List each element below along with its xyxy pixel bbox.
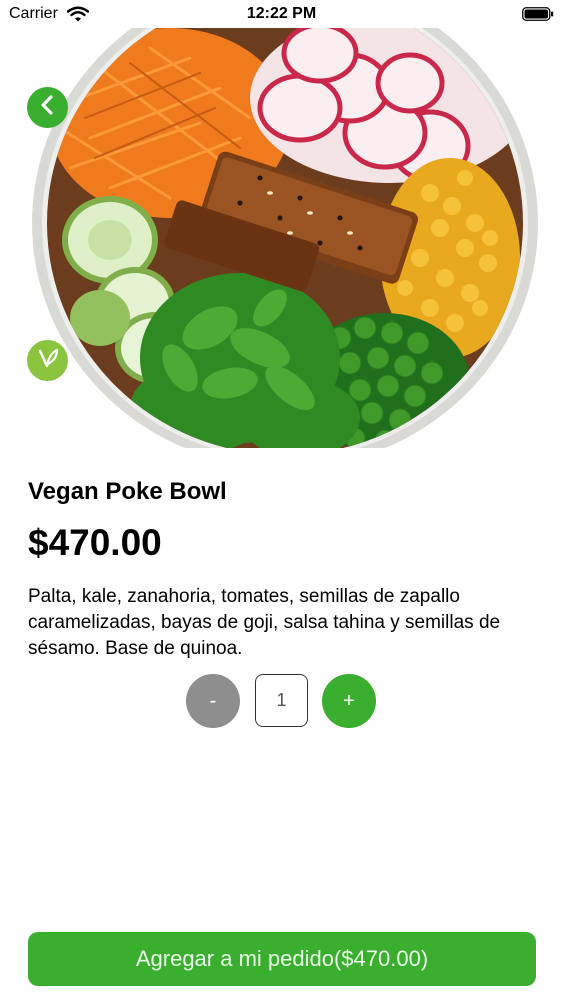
product-description: Palta, kale, zanahoria, tomates, semilla… — [28, 586, 501, 659]
quantity-field[interactable]: 1 — [255, 674, 308, 727]
product-price: $470.00 — [28, 522, 162, 563]
decrease-quantity-button[interactable]: - — [186, 674, 240, 728]
quantity-stepper: - 1 + — [186, 673, 378, 729]
vegan-leaf-icon — [35, 345, 61, 376]
product-image — [0, 28, 563, 448]
status-time: 12:22 PM — [246, 5, 317, 22]
add-to-order-button[interactable]: Agregar a mi pedido($470.00) — [28, 932, 536, 986]
product-title: Vegan Poke Bowl — [28, 478, 227, 505]
increase-quantity-button[interactable]: + — [322, 674, 376, 728]
vegan-badge — [27, 340, 68, 381]
back-button[interactable] — [27, 87, 68, 128]
battery-icon — [522, 7, 554, 21]
chevron-left-icon — [38, 95, 58, 120]
status-bar: Carrier 12:22 PM — [0, 0, 563, 28]
